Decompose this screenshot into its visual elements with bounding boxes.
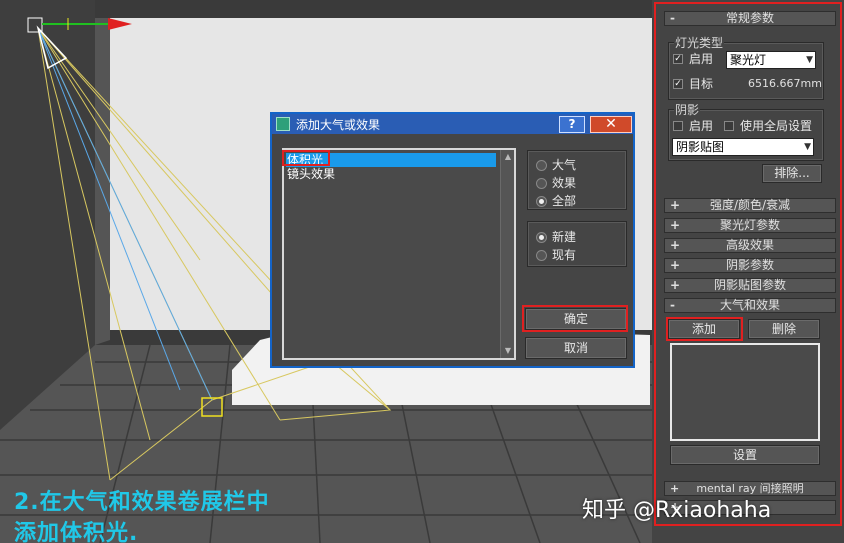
add-atmosphere-dialog: 添加大气或效果 ? ✕ 体积光 镜头效果 ▲ ▼ 大气 效果 全部 新建 现有 … [270,112,635,368]
shadows-label: 阴影 [674,101,701,118]
shadow-enable-checkbox[interactable]: 启用 [673,119,713,133]
rollout-atmospheres-effects[interactable]: - 大气和效果 [664,298,836,313]
radio-existing[interactable]: 现有 [536,247,576,263]
list-item-lens-effects[interactable]: 镜头效果 [286,167,335,181]
shadow-type-value: 阴影贴图 [676,140,725,154]
add-highlight-box [666,317,743,341]
target-distance: 6516.667mm [748,77,822,90]
radio-atmosphere[interactable]: 大气 [536,157,576,173]
collapse-icon: - [670,11,675,25]
rollout-title: 常规参数 [725,11,774,25]
global-settings-checkbox[interactable]: 使用全局设置 [724,119,812,133]
rollout-shadow-map-params[interactable]: + 阴影贴图参数 [664,278,836,293]
rollout-advanced-effects[interactable]: + 高级效果 [664,238,836,253]
rollout-title: 高级效果 [725,238,774,252]
expand-icon: + [670,278,681,292]
rollout-shadow-params[interactable]: + 阴影参数 [664,258,836,273]
dialog-title: 添加大气或效果 [296,118,381,132]
list-highlight-box [282,150,330,166]
exclude-button[interactable]: 排除... [762,164,822,183]
effects-listbox[interactable] [670,343,820,441]
rollout-spotlight-params[interactable]: + 聚光灯参数 [664,218,836,233]
checkbox-box [724,121,734,131]
expand-icon: + [670,238,681,252]
light-type-dropdown[interactable]: 聚光灯 ▼ [726,51,816,69]
target-label: 目标 [689,77,714,91]
caption-line-2: 添加体积光. [14,521,139,543]
light-type-label: 灯光类型 [674,34,725,51]
chevron-down-icon: ▼ [806,55,813,65]
app-icon [276,117,290,131]
close-button[interactable]: ✕ [590,116,632,133]
radio-effect[interactable]: 效果 [536,175,576,191]
setup-button[interactable]: 设置 [670,445,820,465]
radio-all[interactable]: 全部 [536,193,576,209]
target-checkbox[interactable]: ✓ 目标 [673,77,713,91]
check-icon: ✓ [673,79,683,89]
global-settings-label: 使用全局设置 [740,119,813,133]
delete-button[interactable]: 删除 [748,319,820,339]
watermark: 知乎 @Rxiaohaha [582,498,772,523]
shadow-enable-label: 启用 [689,119,714,133]
listbox-scrollbar[interactable]: ▲ ▼ [500,150,514,358]
radio-new[interactable]: 新建 [536,229,576,245]
checkbox-box [673,121,683,131]
help-button[interactable]: ? [559,116,585,133]
scroll-down-icon[interactable]: ▼ [503,346,513,356]
rollout-title: 大气和效果 [719,298,780,312]
rollout-general-parameters[interactable]: - 常规参数 [664,11,836,26]
expand-icon: + [670,258,681,272]
command-panel: - 常规参数 灯光类型 ✓ 启用 聚光灯 ▼ ✓ 目标 6516.667mm 阴… [652,0,844,543]
rollout-title: 强度/颜色/衰减 [709,198,791,212]
scroll-up-icon[interactable]: ▲ [503,152,513,162]
collapse-icon: - [670,298,675,312]
shadow-type-dropdown[interactable]: 阴影贴图 ▼ [672,138,814,156]
ok-highlight-box [522,305,628,332]
dialog-titlebar[interactable]: 添加大气或效果 ? ✕ [272,114,633,134]
expand-icon: + [670,198,681,212]
expand-icon: + [670,218,681,232]
light-type-value: 聚光灯 [730,53,767,67]
effect-listbox[interactable]: 体积光 镜头效果 ▲ ▼ [282,148,516,360]
rollout-title: 聚光灯参数 [719,218,780,232]
rollout-intensity[interactable]: + 强度/颜色/衰减 [664,198,836,213]
chevron-down-icon: ▼ [804,142,811,152]
cancel-button[interactable]: 取消 [525,337,627,359]
caption-line-1: 2.在大气和效果卷展栏中 [14,490,270,515]
enable-label: 启用 [689,52,714,66]
enable-light-checkbox[interactable]: ✓ 启用 [673,52,713,66]
rollout-title: 阴影参数 [725,258,774,272]
check-icon: ✓ [673,54,683,64]
rollout-title: 阴影贴图参数 [713,278,786,292]
